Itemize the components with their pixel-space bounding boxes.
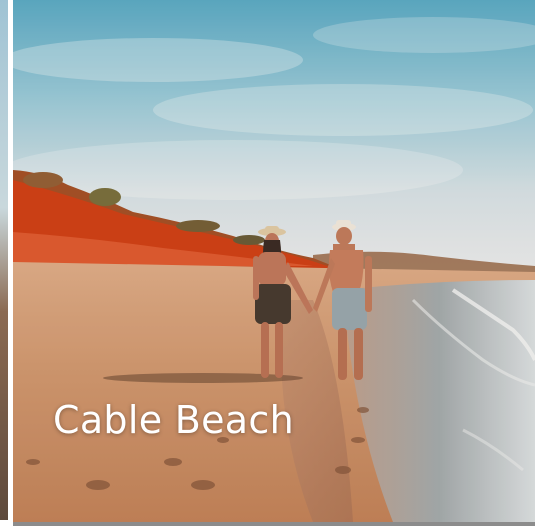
destination-carousel: Cable Beach [0, 0, 535, 526]
card-bottom-border [13, 522, 535, 526]
beach-photo [13, 0, 535, 522]
destination-card[interactable]: Cable Beach [13, 0, 535, 522]
destination-title[interactable]: Cable Beach [53, 398, 294, 442]
previous-slide-edge[interactable] [0, 0, 8, 520]
